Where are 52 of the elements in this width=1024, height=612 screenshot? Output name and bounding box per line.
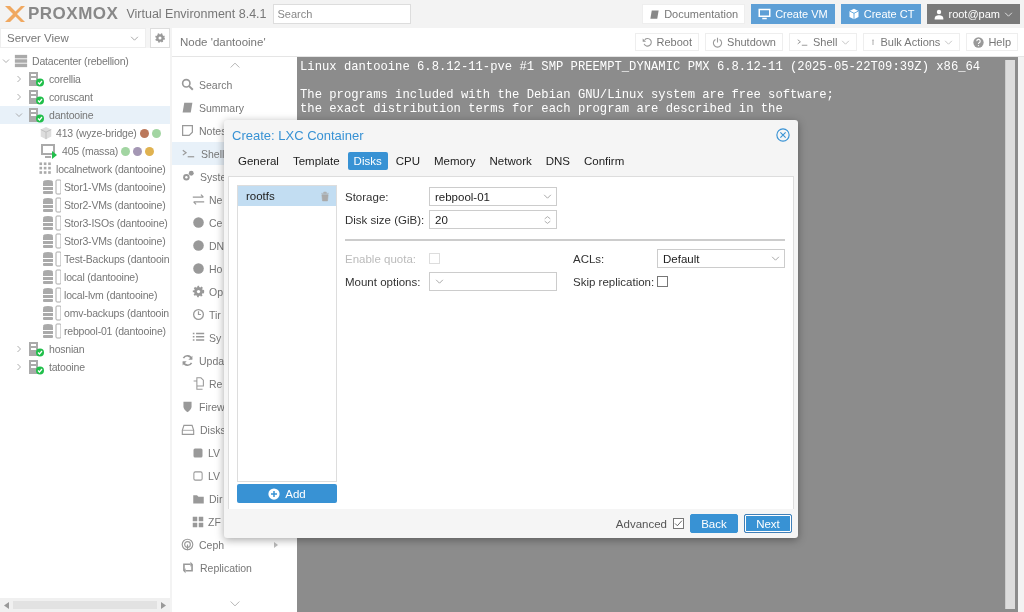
nav-label: Summary — [199, 101, 244, 114]
nav-label: LV — [208, 469, 221, 482]
nav-label: Tir — [209, 308, 221, 321]
field-label: Storage: — [345, 190, 390, 203]
field-label: Enable quota: — [345, 252, 417, 265]
tree-label: local-lvm (dantooine) — [64, 289, 158, 301]
tree-label: hosnian — [49, 343, 85, 355]
tree-label: rebpool-01 (dantooine) — [64, 325, 166, 337]
tree-label: Stor3-ISOs (dantooine) — [64, 217, 168, 229]
tree-label: coruscant — [49, 91, 93, 103]
advanced-label: Advanced — [615, 517, 667, 530]
tree-label: 405 (massa) — [62, 145, 119, 157]
nav-label: Upda — [199, 354, 225, 367]
tree-label: tatooine — [49, 361, 85, 373]
product-version: Virtual Environment 8.4.1 — [126, 7, 267, 21]
nav-label: ZF — [208, 515, 221, 528]
nav-label: Ho — [209, 262, 223, 275]
nav-label: Ne — [209, 193, 223, 206]
dialog-title: Create: LXC Container — [232, 127, 364, 143]
tree-label: dantooine — [49, 109, 94, 121]
nav-label: Search — [199, 78, 233, 91]
tree-label: Datacenter (rebellion) — [32, 55, 129, 67]
tree-label: 413 (wyze-bridge) — [56, 127, 137, 139]
field-label: Mount options: — [345, 275, 422, 288]
terminal-line: Linux dantooine 6.8.12-11-pve #1 SMP PREEMPT_DYNAMIC PMX 6.8.12-11 (2025-05-22T09:39Z) x86_64 — [300, 60, 982, 74]
disk-label: rootfs — [246, 190, 275, 202]
nav-label: Shell — [201, 147, 225, 160]
nav-label: Sy — [209, 331, 222, 344]
tree-label: corellia — [49, 73, 81, 85]
field-label: ACLs: — [573, 252, 606, 265]
nav-label: Op — [209, 285, 223, 298]
tree-label: omv-backups (dantooin — [64, 307, 169, 319]
panel-title: Node 'dantooine' — [180, 36, 267, 48]
nav-label: Re — [209, 377, 223, 390]
terminal-line: The programs included with the Debian GNU/Linux system are free software; — [300, 88, 835, 102]
tree-label: Test-Backups (dantooin — [64, 253, 170, 265]
tree-label: localnetwork (dantooine) — [56, 163, 166, 175]
tree-label: Stor3-VMs (dantooine) — [64, 235, 166, 247]
nav-label: LV — [208, 446, 221, 459]
nav-label: Firew — [199, 400, 225, 413]
nav-label: Ce — [209, 216, 223, 229]
nav-label: DN — [209, 239, 225, 252]
nav-label: Ceph — [199, 538, 225, 551]
nav-label: Replication — [200, 561, 252, 574]
field-label: Disk size (GiB): — [345, 213, 426, 226]
tree-label: Stor1-VMs (dantooine) — [64, 181, 166, 193]
tree-label: Stor2-VMs (dantooine) — [64, 199, 166, 211]
terminal-line: the exact distribution terms for each program are described in the — [300, 102, 784, 116]
logo-text: PROXMOX — [28, 4, 119, 24]
nav-label: Dir — [209, 492, 223, 505]
tree-label: local (dantooine) — [64, 271, 139, 283]
field-label: Skip replication: — [573, 275, 656, 288]
